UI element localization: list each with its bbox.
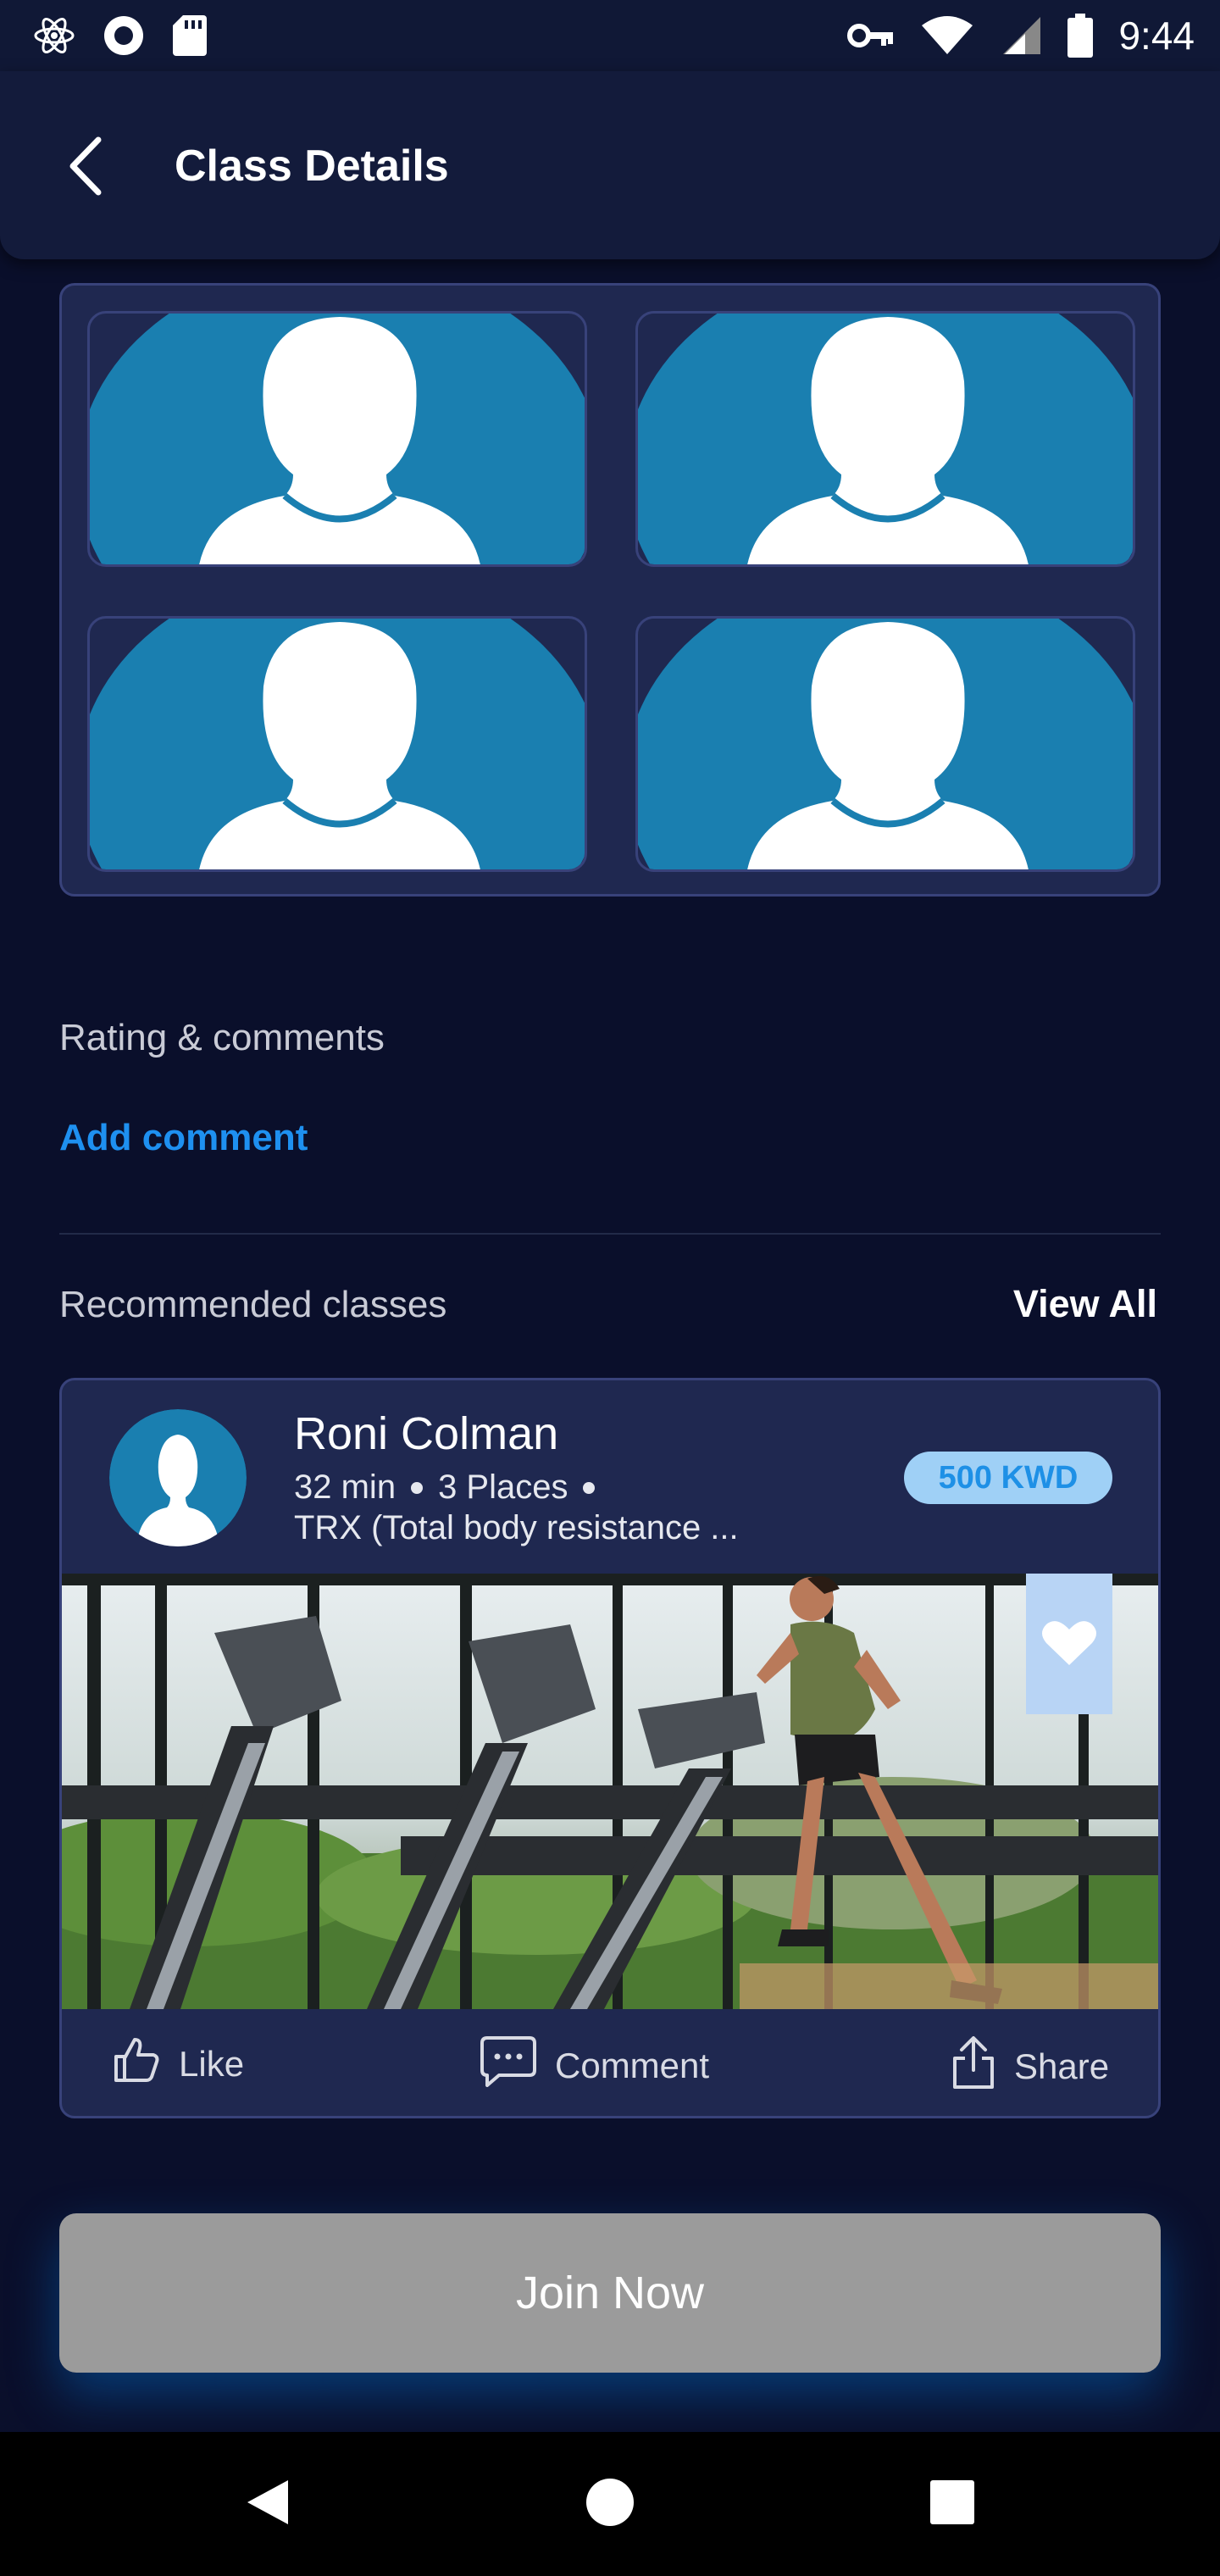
favorite-button[interactable] <box>1026 1574 1112 1714</box>
chevron-left-icon <box>66 136 103 200</box>
system-nav-bar <box>0 2432 1220 2576</box>
page-title: Class Details <box>175 142 449 191</box>
status-bar: 9:44 <box>0 0 1220 71</box>
share-icon <box>951 2036 995 2097</box>
battery-icon <box>1068 14 1094 58</box>
recommended-class-card[interactable]: Roni Colman 32 min 3 Places TRX (Total b… <box>59 1378 1161 2118</box>
signal-icon <box>1000 15 1042 56</box>
status-time: 9:44 <box>1118 14 1195 58</box>
nav-back-button[interactable] <box>217 2432 319 2576</box>
status-left-icons <box>32 14 208 58</box>
class-description: TRX (Total body resistance ... <box>294 1509 739 1546</box>
nav-home-button[interactable] <box>559 2432 661 2576</box>
divider <box>59 1233 1161 1235</box>
like-label: Like <box>179 2044 245 2084</box>
circle-home-icon <box>585 2477 635 2532</box>
comment-label: Comment <box>555 2046 710 2085</box>
coach-name: Roni Colman <box>294 1408 559 1459</box>
separator-dot <box>411 1481 424 1494</box>
nav-recents-button[interactable] <box>901 2432 1003 2576</box>
participant-avatar <box>87 311 587 567</box>
thumbs-up-icon <box>113 2036 160 2092</box>
class-photo[interactable] <box>62 1574 1158 2009</box>
back-button[interactable] <box>59 134 110 202</box>
like-button[interactable]: Like <box>113 2036 244 2092</box>
heart-icon <box>1041 1618 1097 1671</box>
add-comment-link[interactable]: Add comment <box>59 1117 308 1159</box>
status-right-icons: 9:44 <box>847 13 1195 58</box>
class-meta: 32 min 3 Places <box>294 1468 596 1507</box>
app-bar: Class Details <box>0 71 1220 259</box>
price-badge: 500 KWD <box>904 1452 1112 1504</box>
square-recents-icon <box>929 2479 975 2529</box>
avatar <box>109 1409 247 1546</box>
participant-avatar <box>635 616 1135 872</box>
participant-avatar <box>635 311 1135 567</box>
comment-button[interactable]: Comment <box>480 2036 709 2096</box>
recommended-heading: Recommended classes <box>59 1284 447 1325</box>
comment-icon <box>480 2036 536 2096</box>
sd-card-icon <box>171 14 208 58</box>
participants-grid <box>59 283 1161 897</box>
share-label: Share <box>1014 2046 1110 2086</box>
participant-avatar <box>87 616 587 872</box>
share-button[interactable]: Share <box>951 2036 1109 2097</box>
atom-icon <box>32 14 76 58</box>
separator-dot <box>583 1481 596 1494</box>
class-duration: 32 min <box>294 1468 396 1506</box>
join-now-button[interactable]: Join Now <box>59 2213 1161 2373</box>
rating-heading: Rating & comments <box>59 1017 385 1058</box>
wifi-icon <box>920 15 974 56</box>
key-icon <box>847 19 895 53</box>
card-actions: Like Comment Share <box>62 2009 1158 2116</box>
record-icon <box>102 14 146 58</box>
view-all-link[interactable]: View All <box>1013 1282 1157 1326</box>
class-places: 3 Places <box>438 1468 568 1506</box>
triangle-back-icon <box>244 2477 291 2532</box>
